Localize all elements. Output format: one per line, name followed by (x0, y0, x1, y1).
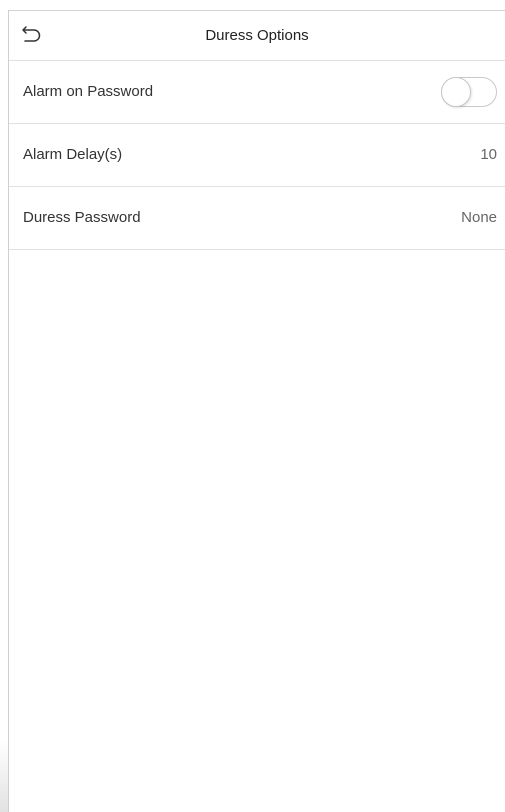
setting-row-duress-password[interactable]: Duress Password None (9, 187, 505, 250)
screen-corner-shadow (0, 740, 8, 812)
setting-row-alarm-on-password[interactable]: Alarm on Password (9, 61, 505, 124)
alarm-on-password-toggle[interactable] (441, 77, 497, 107)
setting-label: Alarm on Password (23, 83, 154, 100)
setting-label: Alarm Delay(s) (23, 146, 123, 163)
setting-row-alarm-delay[interactable]: Alarm Delay(s) 10 (9, 124, 505, 187)
screen: Duress Options Alarm on Password Alarm D… (0, 0, 505, 812)
setting-value: 10 (480, 146, 497, 163)
setting-value: None (461, 209, 497, 226)
settings-list: Alarm on Password Alarm Delay(s) 10 Dure… (9, 61, 505, 250)
toggle-knob (441, 77, 471, 107)
header-bar: Duress Options (9, 11, 505, 61)
page-title: Duress Options (205, 27, 309, 44)
setting-label: Duress Password (23, 209, 141, 226)
